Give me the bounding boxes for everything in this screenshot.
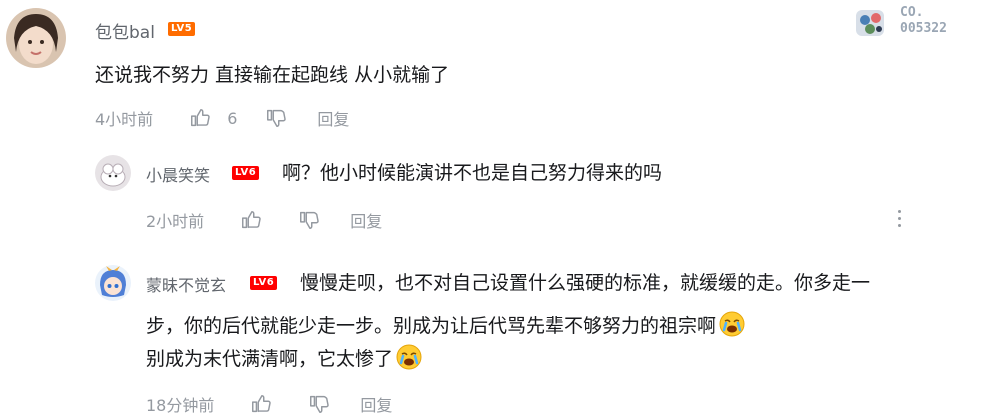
- reply-time: 18分钟前: [146, 396, 215, 415]
- dislike-button[interactable]: [298, 209, 320, 231]
- dislike-button[interactable]: [265, 107, 287, 129]
- crying-emoji: [396, 344, 422, 370]
- fan-badge-line2: 005322: [900, 21, 947, 36]
- thumbs-down-icon: [267, 109, 287, 127]
- username[interactable]: 包包bal: [95, 18, 155, 43]
- reply-text: 啊？他小时候能演讲不也是自己努力得来的吗: [282, 162, 663, 184]
- reply-level-badge: LV6: [232, 166, 260, 180]
- like-button[interactable]: [240, 209, 262, 231]
- level-badge: LV5: [168, 22, 196, 36]
- thumbs-up-icon: [252, 395, 272, 413]
- reply-button[interactable]: 回复: [317, 106, 349, 130]
- fan-badge-line1: CO.: [900, 5, 924, 20]
- reply-text-line3: 别成为末代满清啊，它太惨了: [146, 348, 394, 370]
- reply-avatar[interactable]: [95, 155, 131, 191]
- thumbs-down-icon: [310, 395, 330, 413]
- reply-text-line3-row: 别成为末代满清啊，它太惨了: [146, 343, 423, 375]
- like-count: 6: [227, 108, 238, 128]
- comment-actions: 4小时前 6 回复: [95, 106, 349, 130]
- reply-button[interactable]: 回复: [350, 208, 382, 232]
- fan-badge: CO. 005322: [852, 4, 970, 40]
- more-options-icon[interactable]: [896, 210, 902, 230]
- reply-avatar[interactable]: [95, 265, 131, 301]
- comment-text: 还说我不努力 直接输在起跑线 从小就输了: [95, 64, 450, 86]
- reply-text-line1: 慢慢走呗，也不对自己设置什么强硬的标准，就缓缓的走。你多走一: [300, 272, 871, 294]
- reply-actions: 18分钟前 回复: [146, 392, 392, 416]
- reply-username[interactable]: 蒙昧不觉玄: [146, 272, 226, 296]
- thumbs-down-icon: [300, 211, 319, 229]
- user-avatar-image: [6, 8, 66, 68]
- reply-avatar-image: [95, 155, 131, 191]
- user-avatar[interactable]: [6, 8, 66, 68]
- dislike-button[interactable]: [308, 393, 330, 415]
- thumbs-up-icon: [242, 211, 261, 229]
- comment-time: 4小时前: [95, 110, 154, 129]
- reply-button[interactable]: 回复: [360, 392, 392, 416]
- reply-level-badge: LV6: [250, 276, 278, 290]
- reply-time: 2小时前: [146, 212, 205, 231]
- like-button[interactable]: [189, 107, 211, 129]
- reply-text: 慢慢走呗，也不对自己设置什么强硬的标准，就缓缓的走。你多走一: [300, 267, 870, 299]
- fan-badge-number: CO. 005322: [900, 5, 947, 37]
- reply-text-line2-row: 步，你的后代就能少走一步。别成为让后代骂先辈不够努力的祖宗啊: [146, 310, 746, 342]
- reply-actions: 2小时前 回复: [146, 208, 382, 232]
- crying-emoji: [719, 311, 745, 337]
- reply-text-line2: 步，你的后代就能少走一步。别成为让后代骂先辈不够努力的祖宗啊: [146, 315, 717, 337]
- reply-username[interactable]: 小晨笑笑: [146, 162, 210, 186]
- fan-badge-icon: [856, 10, 884, 36]
- thumbs-up-icon: [191, 109, 210, 127]
- reply-avatar-image: [95, 265, 131, 301]
- like-button[interactable]: [250, 393, 272, 415]
